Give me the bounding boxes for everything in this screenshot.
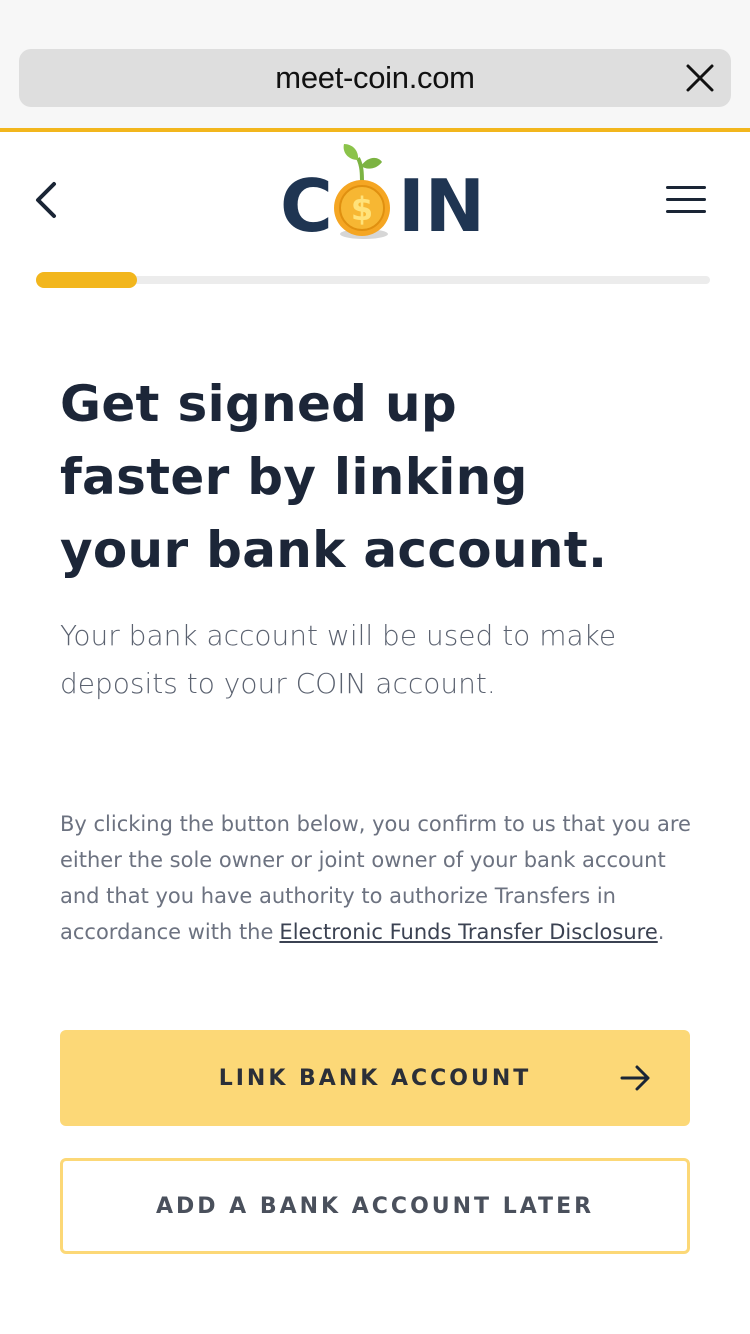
menu-bar-bottom: [666, 210, 706, 213]
logo-letter-c: C: [280, 164, 333, 248]
logo-letters-in: IN: [398, 164, 486, 248]
link-bank-account-button[interactable]: LINK BANK ACCOUNT: [60, 1030, 690, 1126]
coin-logo[interactable]: C $ IN: [280, 140, 485, 250]
arrow-right-icon: [620, 1065, 650, 1091]
progress-bar: [36, 272, 710, 288]
chevron-left-icon[interactable]: [30, 178, 64, 222]
disclaimer-end: .: [657, 920, 665, 944]
coin-sprout-icon: $: [334, 144, 390, 239]
add-bank-later-label: ADD A BANK ACCOUNT LATER: [155, 1193, 595, 1219]
consent-disclaimer: By clicking the button below, you confir…: [60, 806, 700, 950]
link-bank-account-label: LINK BANK ACCOUNT: [218, 1065, 532, 1091]
page-title: Get signed up faster by linking your ban…: [60, 375, 608, 579]
url-text: meet-coin.com: [275, 60, 475, 95]
url-bar[interactable]: meet-coin.com: [19, 49, 731, 107]
eft-disclosure-link[interactable]: Electronic Funds Transfer Disclosure: [279, 920, 657, 944]
progress-fill: [36, 272, 137, 288]
menu-bar-middle: [666, 198, 706, 201]
svg-text:$: $: [351, 190, 373, 228]
menu-bar-top: [666, 186, 706, 189]
hamburger-menu-icon[interactable]: [664, 184, 708, 216]
browser-bar: meet-coin.com: [0, 0, 750, 128]
close-icon[interactable]: [685, 63, 715, 93]
page-subtitle: Your bank account will be used to make d…: [60, 619, 617, 700]
app-header: C $ IN: [0, 132, 750, 267]
add-bank-later-button[interactable]: ADD A BANK ACCOUNT LATER: [60, 1158, 690, 1254]
